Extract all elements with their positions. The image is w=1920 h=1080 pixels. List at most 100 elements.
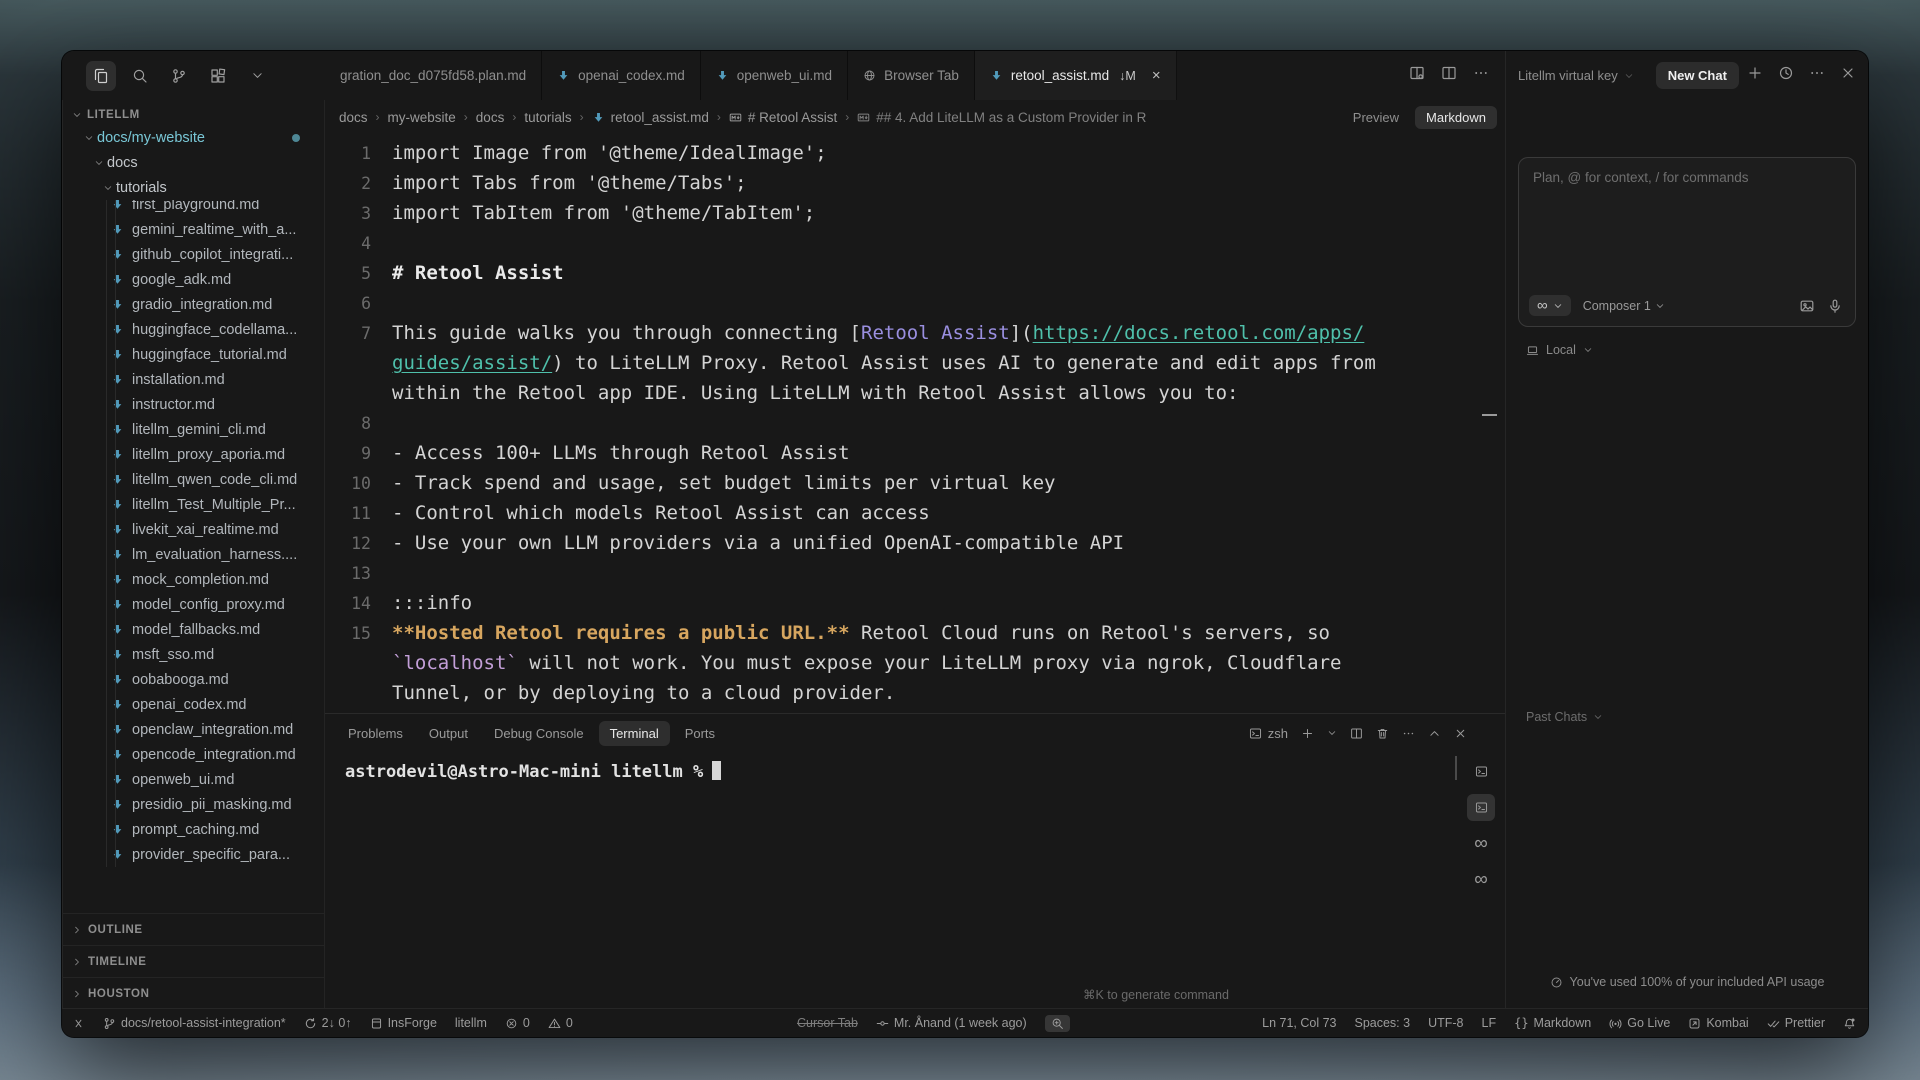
file-item-presidio-pii-masking-md[interactable]: presidio_pii_masking.md	[62, 792, 324, 817]
file-item-opencode-integration-md[interactable]: opencode_integration.md	[62, 742, 324, 767]
tab-gration-doc-d075fd58-plan-md[interactable]: gration_doc_d075fd58.plan.md	[325, 51, 542, 100]
split-search-button[interactable]	[1409, 65, 1425, 86]
clock-button[interactable]	[1778, 65, 1794, 86]
more-button[interactable]	[1809, 65, 1825, 86]
panel-tab-problems[interactable]: Problems	[337, 721, 414, 746]
panel-tab-ports[interactable]: Ports	[674, 721, 726, 746]
terminal-scrollbar[interactable]	[1455, 756, 1457, 780]
status-item-utf-8[interactable]: UTF-8	[1428, 1016, 1463, 1030]
file-item-litellm-proxy-aporia-md[interactable]: litellm_proxy_aporia.md	[62, 442, 324, 467]
tab-openai-codex-md[interactable]: openai_codex.md	[542, 51, 701, 100]
activity-search-button[interactable]	[125, 61, 155, 91]
breadcrumb-item-4-add-litellm-as-a-custom-provider-in-r[interactable]: ## 4. Add LiteLLM as a Custom Provider i…	[857, 110, 1146, 125]
activity-chevron-down-button[interactable]	[242, 61, 272, 91]
status-item-mr-nand-1-week-ago[interactable]: Mr. Ånand (1 week ago)	[876, 1016, 1027, 1030]
file-item-first-playground-md[interactable]: first_playground.md	[62, 200, 324, 217]
status-item-item[interactable]	[72, 1017, 85, 1030]
status-item-2-0[interactable]: 2↓ 0↑	[304, 1016, 352, 1030]
trash-button[interactable]	[1376, 727, 1389, 740]
panel-tab-output[interactable]: Output	[418, 721, 479, 746]
breadcrumb-item-docs[interactable]: docs	[339, 110, 368, 125]
chevron-down-button[interactable]	[1327, 728, 1337, 738]
new-chat-tab[interactable]: New Chat	[1656, 62, 1739, 89]
file-item-gradio-integration-md[interactable]: gradio_integration.md	[62, 292, 324, 317]
file-item-msft-sso-md[interactable]: msft_sso.md	[62, 642, 324, 667]
status-item-0[interactable]: 0	[505, 1016, 530, 1030]
plus-button[interactable]	[1747, 65, 1763, 86]
tree-item-docs[interactable]: docs	[62, 150, 324, 175]
local-mode-selector[interactable]: Local	[1526, 343, 1593, 357]
zsh-button[interactable]: zsh	[1249, 726, 1288, 741]
file-item-litellm-qwen-code-cli-md[interactable]: litellm_qwen_code_cli.md	[62, 467, 324, 492]
file-item-provider-specific-para[interactable]: provider_specific_para...	[62, 842, 324, 867]
close-icon[interactable]: ×	[1152, 68, 1161, 83]
file-item-oobabooga-md[interactable]: oobabooga.md	[62, 667, 324, 692]
terminal-session-infinity[interactable]: ∞	[1467, 830, 1495, 857]
status-item-markdown[interactable]: {}Markdown	[1514, 1016, 1591, 1030]
file-item-openai-codex-md[interactable]: openai_codex.md	[62, 692, 324, 717]
breadcrumb-item-my-website[interactable]: my-website	[388, 110, 456, 125]
tree-item-tutorials[interactable]: tutorials	[62, 175, 324, 200]
breadcrumb-item-tutorials[interactable]: tutorials	[524, 110, 571, 125]
project-section-header[interactable]: LITELLM	[62, 100, 324, 125]
file-item-openclaw-integration-md[interactable]: openclaw_integration.md	[62, 717, 324, 742]
preview-button[interactable]: Preview	[1353, 110, 1399, 125]
close-button[interactable]	[1454, 727, 1467, 740]
activity-files-button[interactable]	[86, 61, 116, 91]
file-item-livekit-xai-realtime-md[interactable]: livekit_xai_realtime.md	[62, 517, 324, 542]
status-item-0[interactable]: 0	[548, 1016, 573, 1030]
more-button[interactable]	[1473, 65, 1489, 86]
plus-button[interactable]	[1301, 727, 1314, 740]
terminal-output[interactable]: astrodevil@Astro-Mac-mini litellm %	[325, 752, 1505, 782]
breadcrumb-item-retool-assist-md[interactable]: retool_assist.md	[592, 110, 709, 125]
past-chats-toggle[interactable]: Past Chats	[1526, 710, 1603, 724]
chevron-up-button[interactable]	[1428, 727, 1441, 740]
file-item-instructor-md[interactable]: instructor.md	[62, 392, 324, 417]
breadcrumb-item-retool-assist[interactable]: # Retool Assist	[729, 110, 837, 125]
tab-retool-assist-md[interactable]: retool_assist.md↓M×	[975, 51, 1177, 100]
close-button[interactable]	[1840, 65, 1856, 86]
chat-input-box[interactable]: Plan, @ for context, / for commands ∞ Co…	[1518, 157, 1856, 327]
file-item-model-fallbacks-md[interactable]: model_fallbacks.md	[62, 617, 324, 642]
split-button[interactable]	[1441, 65, 1457, 86]
status-item-spaces-3[interactable]: Spaces: 3	[1354, 1016, 1410, 1030]
file-item-gemini-realtime-with-a[interactable]: gemini_realtime_with_a...	[62, 217, 324, 242]
status-item-go-live[interactable]: Go Live	[1609, 1016, 1670, 1030]
mic-icon[interactable]	[1827, 298, 1843, 314]
model-selector[interactable]: ∞	[1529, 295, 1571, 316]
chat-session-tab[interactable]: Litellm virtual key	[1518, 68, 1618, 83]
file-item-model-config-proxy-md[interactable]: model_config_proxy.md	[62, 592, 324, 617]
status-item-cursor-tab[interactable]: Cursor Tab	[797, 1016, 858, 1030]
status-item-lf[interactable]: LF	[1482, 1016, 1497, 1030]
file-item-huggingface-tutorial-md[interactable]: huggingface_tutorial.md	[62, 342, 324, 367]
panel-tab-terminal[interactable]: Terminal	[599, 721, 670, 746]
file-item-github-copilot-integrati[interactable]: github_copilot_integrati...	[62, 242, 324, 267]
activity-git-branch-button[interactable]	[164, 61, 194, 91]
sidebar-section-houston[interactable]: HOUSTON	[62, 977, 324, 1009]
composer-mode-selector[interactable]: Composer 1	[1583, 299, 1665, 313]
markdown-mode-button[interactable]: Markdown	[1415, 106, 1497, 129]
status-item-insforge[interactable]: InsForge	[370, 1016, 437, 1030]
tab-browser-tab[interactable]: Browser Tab	[848, 51, 975, 100]
status-item-item[interactable]	[1843, 1017, 1856, 1030]
status-item-ln-71-col-73[interactable]: Ln 71, Col 73	[1262, 1016, 1336, 1030]
file-item-prompt-caching-md[interactable]: prompt_caching.md	[62, 817, 324, 842]
status-item-litellm[interactable]: litellm	[455, 1016, 487, 1030]
status-item-prettier[interactable]: Prettier	[1767, 1016, 1825, 1030]
file-item-openweb-ui-md[interactable]: openweb_ui.md	[62, 767, 324, 792]
more-button[interactable]	[1402, 727, 1415, 740]
sidebar-section-timeline[interactable]: TIMELINE	[62, 945, 324, 977]
terminal-session-infinity[interactable]: ∞	[1467, 866, 1495, 893]
file-item-lm-evaluation-harness[interactable]: lm_evaluation_harness....	[62, 542, 324, 567]
terminal-session-terminal[interactable]	[1467, 794, 1495, 821]
breadcrumb-item-docs[interactable]: docs	[476, 110, 505, 125]
file-item-huggingface-codellama[interactable]: huggingface_codellama...	[62, 317, 324, 342]
status-item-kombai[interactable]: Kombai	[1688, 1016, 1748, 1030]
status-item-docs-retool-assist-integration[interactable]: docs/retool-assist-integration*	[103, 1016, 286, 1030]
sidebar-section-outline[interactable]: OUTLINE	[62, 913, 324, 945]
tree-item-workspace[interactable]: docs/my-website	[62, 125, 324, 150]
status-item-item[interactable]	[1045, 1015, 1070, 1032]
file-item-installation-md[interactable]: installation.md	[62, 367, 324, 392]
panel-tab-debug-console[interactable]: Debug Console	[483, 721, 595, 746]
split-button[interactable]	[1350, 727, 1363, 740]
